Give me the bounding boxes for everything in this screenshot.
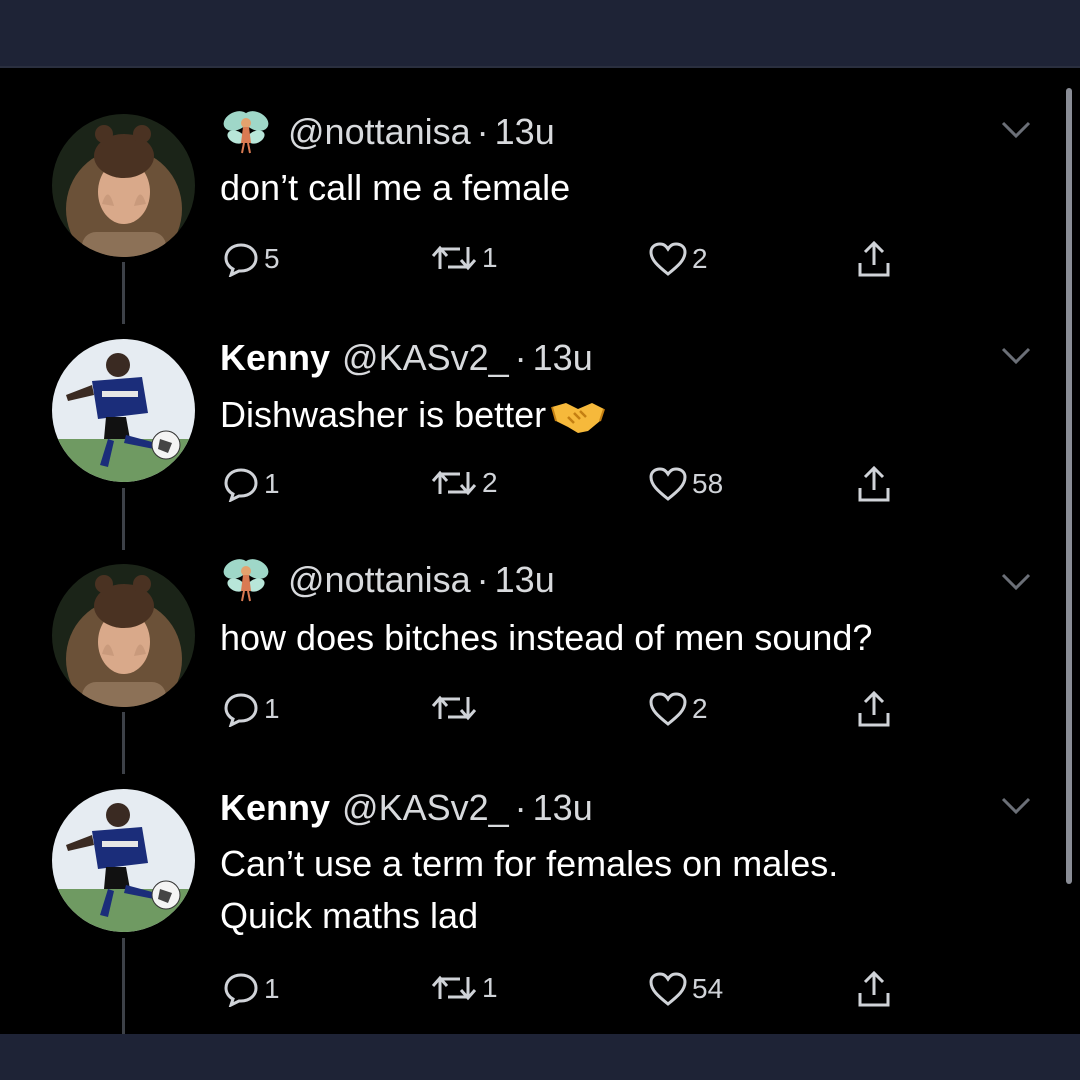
thread-connector xyxy=(122,938,125,1034)
tweet-text: how does bitches instead of men sound? xyxy=(220,617,873,658)
reply-button[interactable]: 1 xyxy=(222,971,280,1007)
like-button[interactable]: 2 xyxy=(648,241,708,277)
tweet-header: Kenny @KASv2_ · 13u xyxy=(220,338,593,378)
timestamp[interactable]: 13u xyxy=(495,114,555,150)
retweet-button[interactable]: 2 xyxy=(430,466,498,500)
retweet-arrows-icon xyxy=(431,470,477,496)
heart-outline-icon xyxy=(649,467,687,501)
like-count: 54 xyxy=(692,973,724,1004)
like-button[interactable]: 2 xyxy=(648,691,708,727)
user-handle[interactable]: @nottanisa xyxy=(288,562,471,598)
like-count: 2 xyxy=(692,243,708,274)
share-button[interactable] xyxy=(856,239,892,279)
retweet-arrows-icon xyxy=(431,245,477,271)
bottom-frame xyxy=(0,1034,1080,1080)
tweet-header: @nottanisa · 13u xyxy=(220,111,555,154)
chevron-down-icon[interactable] xyxy=(1000,796,1032,816)
speech-bubble-icon xyxy=(224,468,258,502)
speech-bubble-icon xyxy=(224,693,258,727)
fairy-emoji-icon xyxy=(223,559,269,602)
like-count: 58 xyxy=(692,468,724,499)
retweet-button[interactable]: 1 xyxy=(430,971,498,1005)
share-button[interactable] xyxy=(856,464,892,504)
user-handle[interactable]: @nottanisa xyxy=(288,114,471,150)
retweet-count: 1 xyxy=(482,972,498,1003)
like-count: 2 xyxy=(692,693,708,724)
chevron-down-icon[interactable] xyxy=(1000,346,1032,366)
avatar[interactable] xyxy=(52,114,195,257)
thread-connector xyxy=(122,712,125,774)
tweet-header: @nottanisa · 13u xyxy=(220,559,555,602)
retweet-button[interactable]: 1 xyxy=(430,241,498,275)
retweet-button[interactable] xyxy=(430,691,482,725)
handshake-emoji-icon xyxy=(551,403,606,434)
heart-outline-icon xyxy=(649,972,687,1006)
thread-connector xyxy=(122,262,125,324)
separator-dot: · xyxy=(514,787,527,828)
reply-count: 5 xyxy=(264,243,280,274)
separator-dot: · xyxy=(476,559,489,600)
share-upload-icon xyxy=(858,970,890,1007)
share-button[interactable] xyxy=(856,689,892,729)
fairy-emoji-icon xyxy=(223,111,269,154)
retweet-arrows-icon xyxy=(431,695,477,721)
chevron-down-icon[interactable] xyxy=(1000,572,1032,592)
tweet-text: Can’t use a term for females on males. Q… xyxy=(220,843,839,936)
separator-dot: · xyxy=(476,111,489,152)
top-frame xyxy=(0,0,1080,66)
heart-outline-icon xyxy=(649,692,687,726)
like-button[interactable]: 54 xyxy=(648,971,723,1007)
share-button[interactable] xyxy=(856,969,892,1009)
reply-count: 1 xyxy=(264,693,280,724)
display-name[interactable]: Kenny xyxy=(220,790,330,826)
like-button[interactable]: 58 xyxy=(648,466,723,502)
heart-outline-icon xyxy=(649,242,687,276)
share-upload-icon xyxy=(858,465,890,502)
thread-connector xyxy=(122,488,125,550)
tweet-text: don’t call me a female xyxy=(220,167,571,208)
separator-dot: · xyxy=(514,337,527,378)
user-handle[interactable]: @KASv2_ xyxy=(342,340,509,376)
reply-count: 1 xyxy=(264,468,280,499)
reply-button[interactable]: 5 xyxy=(222,241,280,277)
scrollbar[interactable] xyxy=(1066,88,1072,884)
timestamp[interactable]: 13u xyxy=(495,562,555,598)
tweet-header: Kenny @KASv2_ · 13u xyxy=(220,788,593,828)
reply-button[interactable]: 1 xyxy=(222,691,280,727)
retweet-count: 2 xyxy=(482,467,498,498)
display-name[interactable]: Kenny xyxy=(220,340,330,376)
speech-bubble-icon xyxy=(224,973,258,1007)
reply-button[interactable]: 1 xyxy=(222,466,280,502)
retweet-arrows-icon xyxy=(431,975,477,1001)
reply-count: 1 xyxy=(264,973,280,1004)
avatar[interactable] xyxy=(52,339,195,482)
share-upload-icon xyxy=(858,690,890,727)
avatar[interactable] xyxy=(52,789,195,932)
avatar[interactable] xyxy=(52,564,195,707)
timestamp[interactable]: 13u xyxy=(533,340,593,376)
share-upload-icon xyxy=(858,240,890,277)
speech-bubble-icon xyxy=(224,243,258,277)
retweet-count: 1 xyxy=(482,242,498,273)
tweet-text: Dishwasher is better xyxy=(220,389,606,441)
user-handle[interactable]: @KASv2_ xyxy=(342,790,509,826)
chevron-down-icon[interactable] xyxy=(1000,120,1032,140)
timestamp[interactable]: 13u xyxy=(533,790,593,826)
